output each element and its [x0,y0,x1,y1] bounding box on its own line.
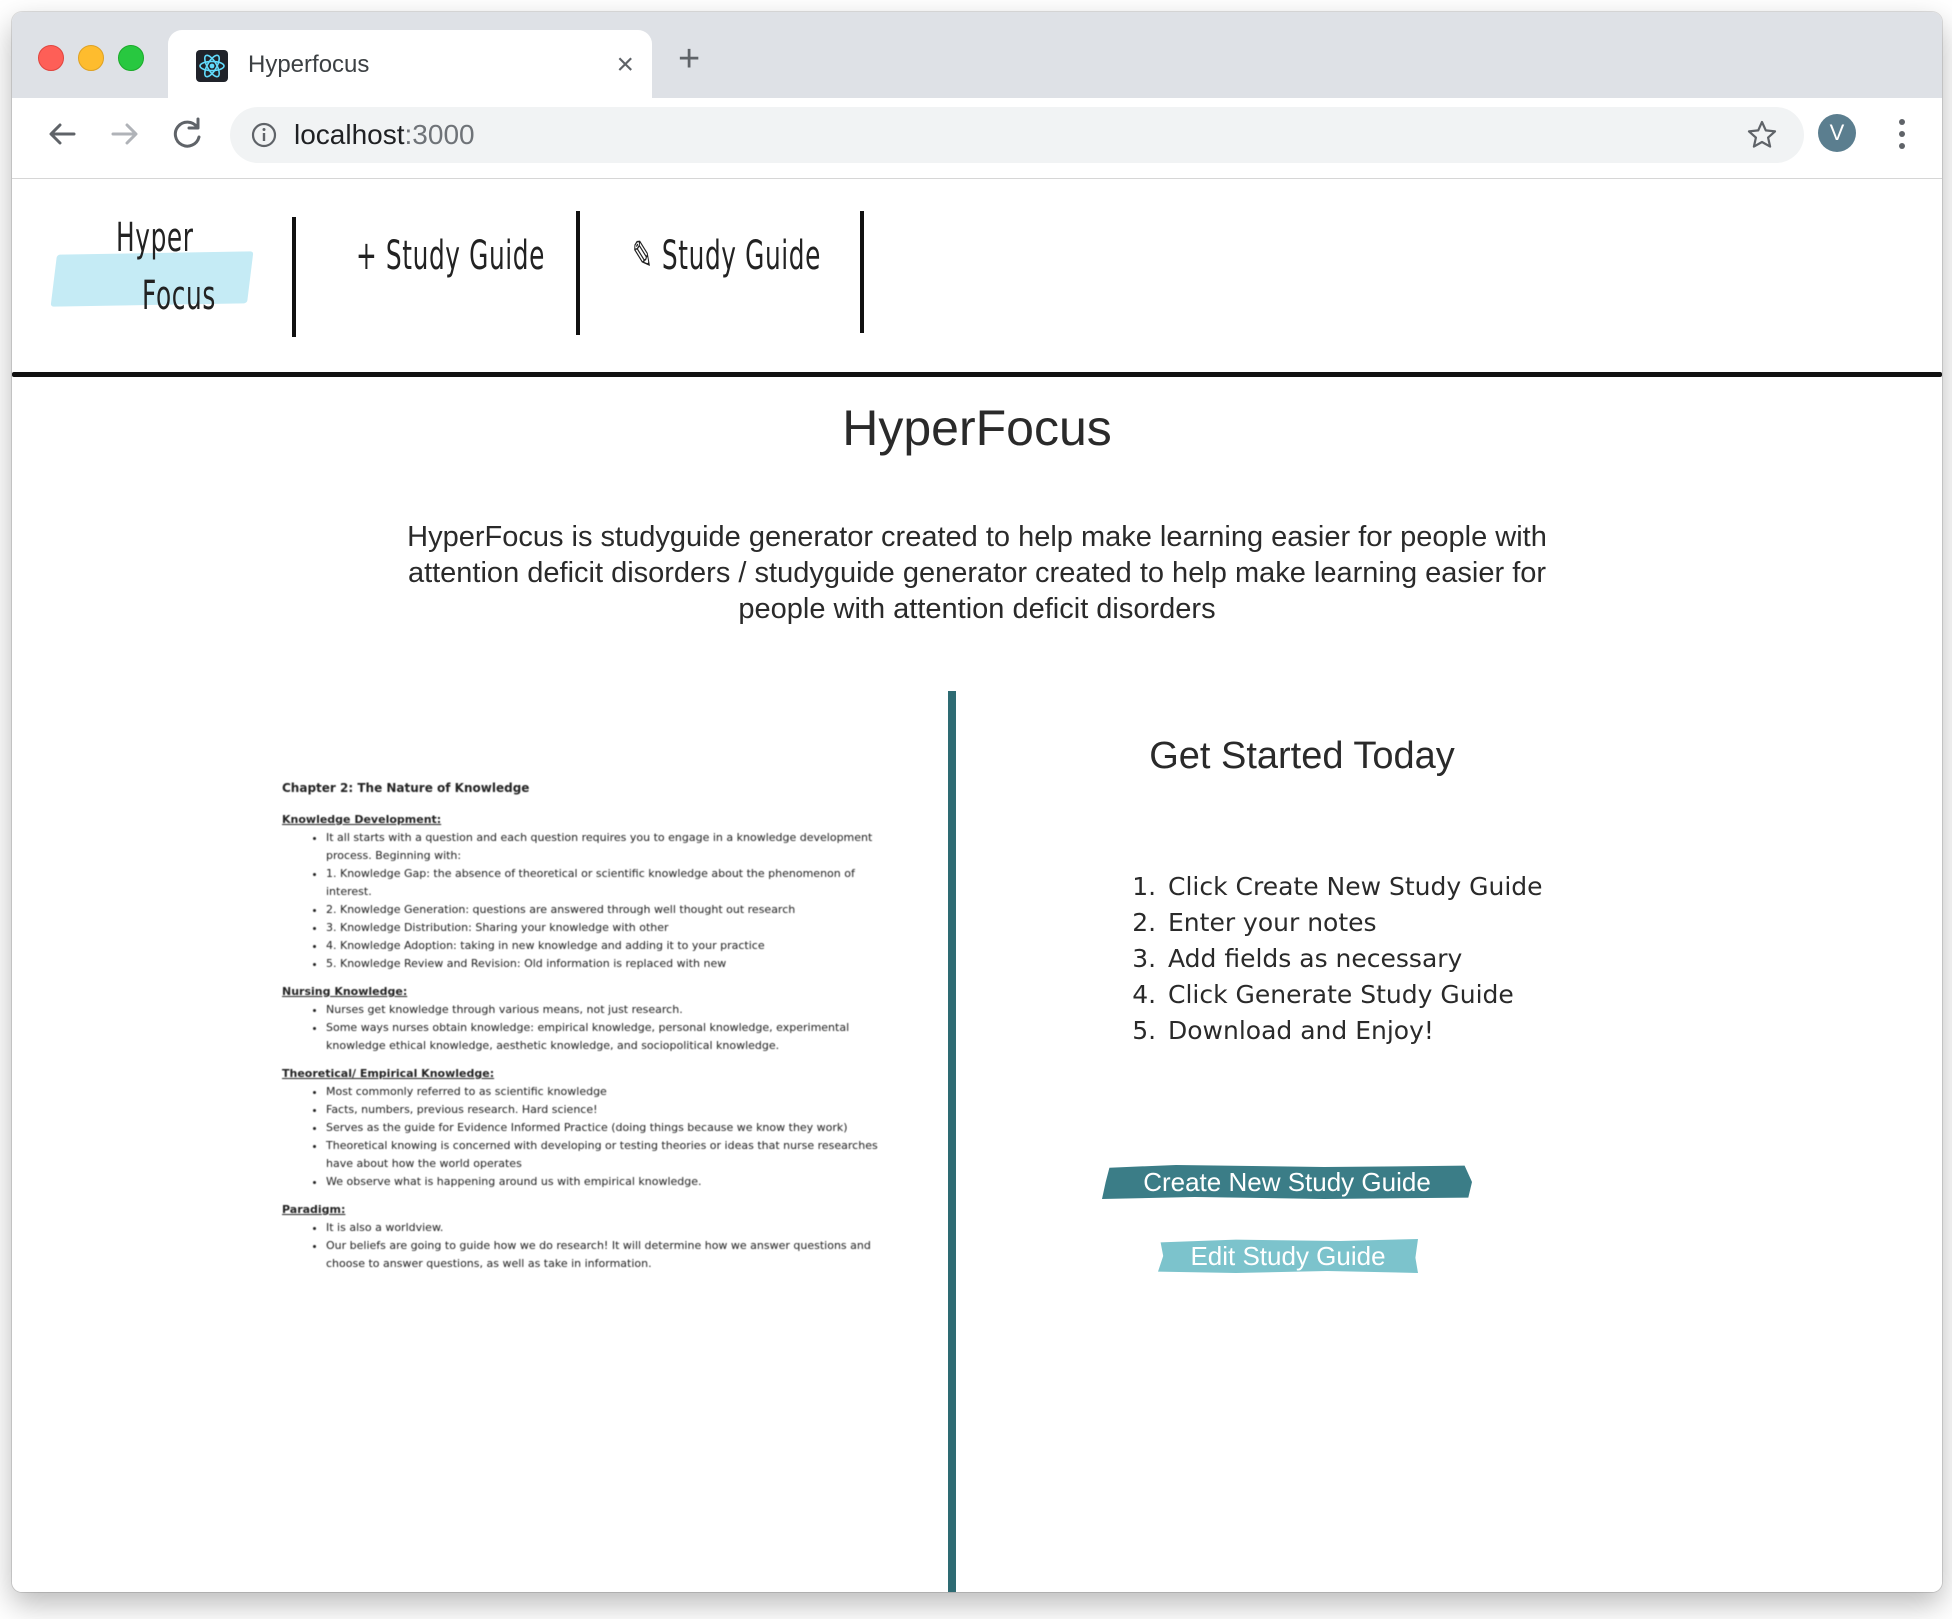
logo-text-hyper: Hyper [116,215,194,261]
step-item: Enter your notes [1164,905,1584,941]
notes-item: It all starts with a question and each q… [326,829,882,865]
site-navbar: Hyper Focus + Study Guide ✎ Study Guide [12,179,1942,377]
back-arrow-icon[interactable] [40,112,84,156]
notes-item: Most commonly referred to as scientific … [326,1083,882,1101]
nav-edit-study-guide-link[interactable]: ✎ Study Guide [632,233,821,279]
step-item: Click Create New Study Guide [1164,869,1584,905]
edit-study-guide-button[interactable]: Edit Study Guide [1158,1239,1418,1273]
notes-section: Theoretical/ Empirical Knowledge: Most c… [282,1065,882,1191]
notes-item: Serves as the guide for Evidence Informe… [326,1119,882,1137]
create-new-study-guide-button[interactable]: Create New Study Guide [1102,1165,1472,1199]
page-content: Hyper Focus + Study Guide ✎ Study Guide … [12,179,1942,1592]
notes-item: Some ways nurses obtain knowledge: empir… [326,1019,882,1055]
get-started-steps: Click Create New Study Guide Enter your … [1112,869,1584,1049]
new-tab-button[interactable]: + [678,40,700,78]
nav-underline-rule [12,372,1942,377]
nav-divider [292,217,296,337]
notes-section-heading: Paradigm: [282,1203,346,1216]
profile-avatar[interactable]: V [1818,114,1856,152]
window-close-button[interactable] [38,45,64,71]
browser-window: Hyperfocus × + localhost:3000 V Hyper Fo… [12,12,1942,1592]
window-maximize-button[interactable] [118,45,144,71]
notes-item: 2. Knowledge Generation: questions are a… [326,901,882,919]
nav-edit-label: Study Guide [661,233,822,279]
nav-create-study-guide-link[interactable]: + Study Guide [356,233,545,279]
address-bar[interactable]: localhost:3000 [230,107,1804,163]
notes-preview-image: Chapter 2: The Nature of Knowledge Knowl… [282,779,882,1579]
page-title: HyperFocus [842,400,1112,456]
step-item: Add fields as necessary [1164,941,1584,977]
url-port: :3000 [404,119,475,150]
logo-text-focus: Focus [142,273,216,319]
notes-item: 3. Knowledge Distribution: Sharing your … [326,919,882,937]
notes-item: Theoretical knowing is concerned with de… [326,1137,882,1173]
notes-section-heading: Theoretical/ Empirical Knowledge: [282,1067,495,1080]
reload-icon[interactable] [165,112,209,156]
column-divider [948,691,956,1592]
notes-section: Knowledge Development: It all starts wit… [282,811,882,973]
more-vert-icon[interactable] [1896,116,1908,152]
tab-title: Hyperfocus [248,51,370,78]
nav-divider [576,211,580,335]
bookmark-star-icon[interactable] [1746,119,1778,151]
get-started-heading: Get Started Today [1149,735,1455,777]
pencil-icon: ✎ [632,233,662,279]
browser-tab[interactable]: Hyperfocus × [168,30,652,100]
notes-item: It is also a worldview. [326,1219,882,1237]
tab-strip: Hyperfocus × + [12,12,1942,100]
notes-item: Facts, numbers, previous research. Hard … [326,1101,882,1119]
react-favicon-icon [196,50,228,82]
notes-item: 4. Knowledge Adoption: taking in new kno… [326,937,882,955]
notes-item: 5. Knowledge Review and Revision: Old in… [326,955,882,973]
forward-arrow-icon[interactable] [103,112,147,156]
step-item: Click Generate Study Guide [1164,977,1584,1013]
notes-section-heading: Knowledge Development: [282,813,442,826]
site-logo[interactable]: Hyper Focus [50,209,254,339]
browser-toolbar: localhost:3000 V [12,98,1942,179]
notes-item: We observe what is happening around us w… [326,1173,882,1191]
notes-item: 1. Knowledge Gap: the absence of theoret… [326,865,882,901]
nav-divider [860,211,864,333]
site-description: HyperFocus is studyguide generator creat… [407,521,1547,625]
notes-section-heading: Nursing Knowledge: [282,985,408,998]
notes-item: Our beliefs are going to guide how we do… [326,1237,882,1273]
notes-item: Nurses get knowledge through various mea… [326,1001,882,1019]
tab-close-icon[interactable]: × [616,48,634,82]
info-icon[interactable] [250,121,278,149]
notes-section: Nursing Knowledge: Nurses get knowledge … [282,983,882,1055]
window-minimize-button[interactable] [78,45,104,71]
step-item: Download and Enjoy! [1164,1013,1584,1049]
notes-title: Chapter 2: The Nature of Knowledge [282,781,530,795]
url-text: localhost:3000 [294,119,475,151]
notes-section: Paradigm: It is also a worldview. Our be… [282,1201,882,1273]
url-host: localhost [294,119,405,150]
